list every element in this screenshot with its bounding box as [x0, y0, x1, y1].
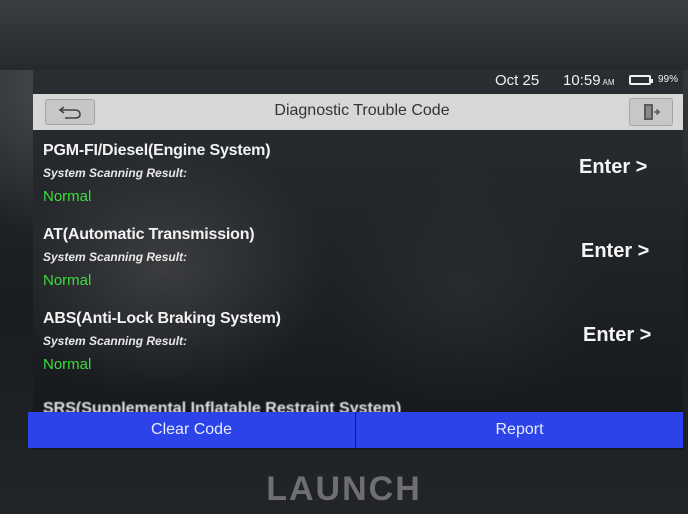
scan-result-label: System Scanning Result:	[43, 250, 188, 264]
scan-result-label: System Scanning Result:	[43, 166, 188, 180]
status-time: 10:59 AM	[563, 72, 615, 89]
scan-result-status: Normal	[43, 356, 92, 373]
enter-button[interactable]: Enter >	[583, 324, 651, 347]
status-bar: Oct 25 10:59 AM 99%	[33, 70, 683, 92]
status-time-value: 10:59	[563, 72, 601, 89]
launch-logo: LAUNCH	[266, 470, 422, 508]
page-title: Diagnostic Trouble Code	[274, 102, 450, 119]
system-list: PGM-FI/Diesel(Engine System) System Scan…	[33, 134, 683, 406]
action-bar: Clear Code Report	[28, 412, 683, 448]
system-item-engine[interactable]: PGM-FI/Diesel(Engine System) System Scan…	[33, 142, 683, 226]
system-name: AT(Automatic Transmission)	[43, 226, 255, 243]
scan-result-label: System Scanning Result:	[43, 334, 188, 348]
system-name: ABS(Anti-Lock Braking System)	[43, 310, 281, 327]
exit-door-icon	[644, 104, 661, 120]
scan-result-status: Normal	[43, 188, 92, 205]
enter-button[interactable]: Enter >	[579, 156, 647, 179]
battery-percent: 99%	[658, 74, 679, 85]
system-item-abs[interactable]: ABS(Anti-Lock Braking System) System Sca…	[33, 310, 683, 394]
status-date: Oct 25	[495, 72, 540, 89]
device-screen: Oct 25 10:59 AM 99% Diagnostic Trouble Co…	[33, 70, 683, 450]
title-bar: Diagnostic Trouble Code	[33, 94, 683, 130]
status-ampm: AM	[602, 78, 615, 87]
battery-icon	[629, 75, 653, 85]
exit-button[interactable]	[629, 98, 673, 126]
system-name: PGM-FI/Diesel(Engine System)	[43, 142, 271, 159]
device-bezel	[0, 0, 688, 70]
report-button[interactable]: Report	[355, 412, 683, 448]
clear-code-button[interactable]: Clear Code	[28, 412, 355, 448]
system-item-transmission[interactable]: AT(Automatic Transmission) System Scanni…	[33, 226, 683, 310]
enter-button[interactable]: Enter >	[581, 240, 649, 263]
scan-result-status: Normal	[43, 272, 92, 289]
